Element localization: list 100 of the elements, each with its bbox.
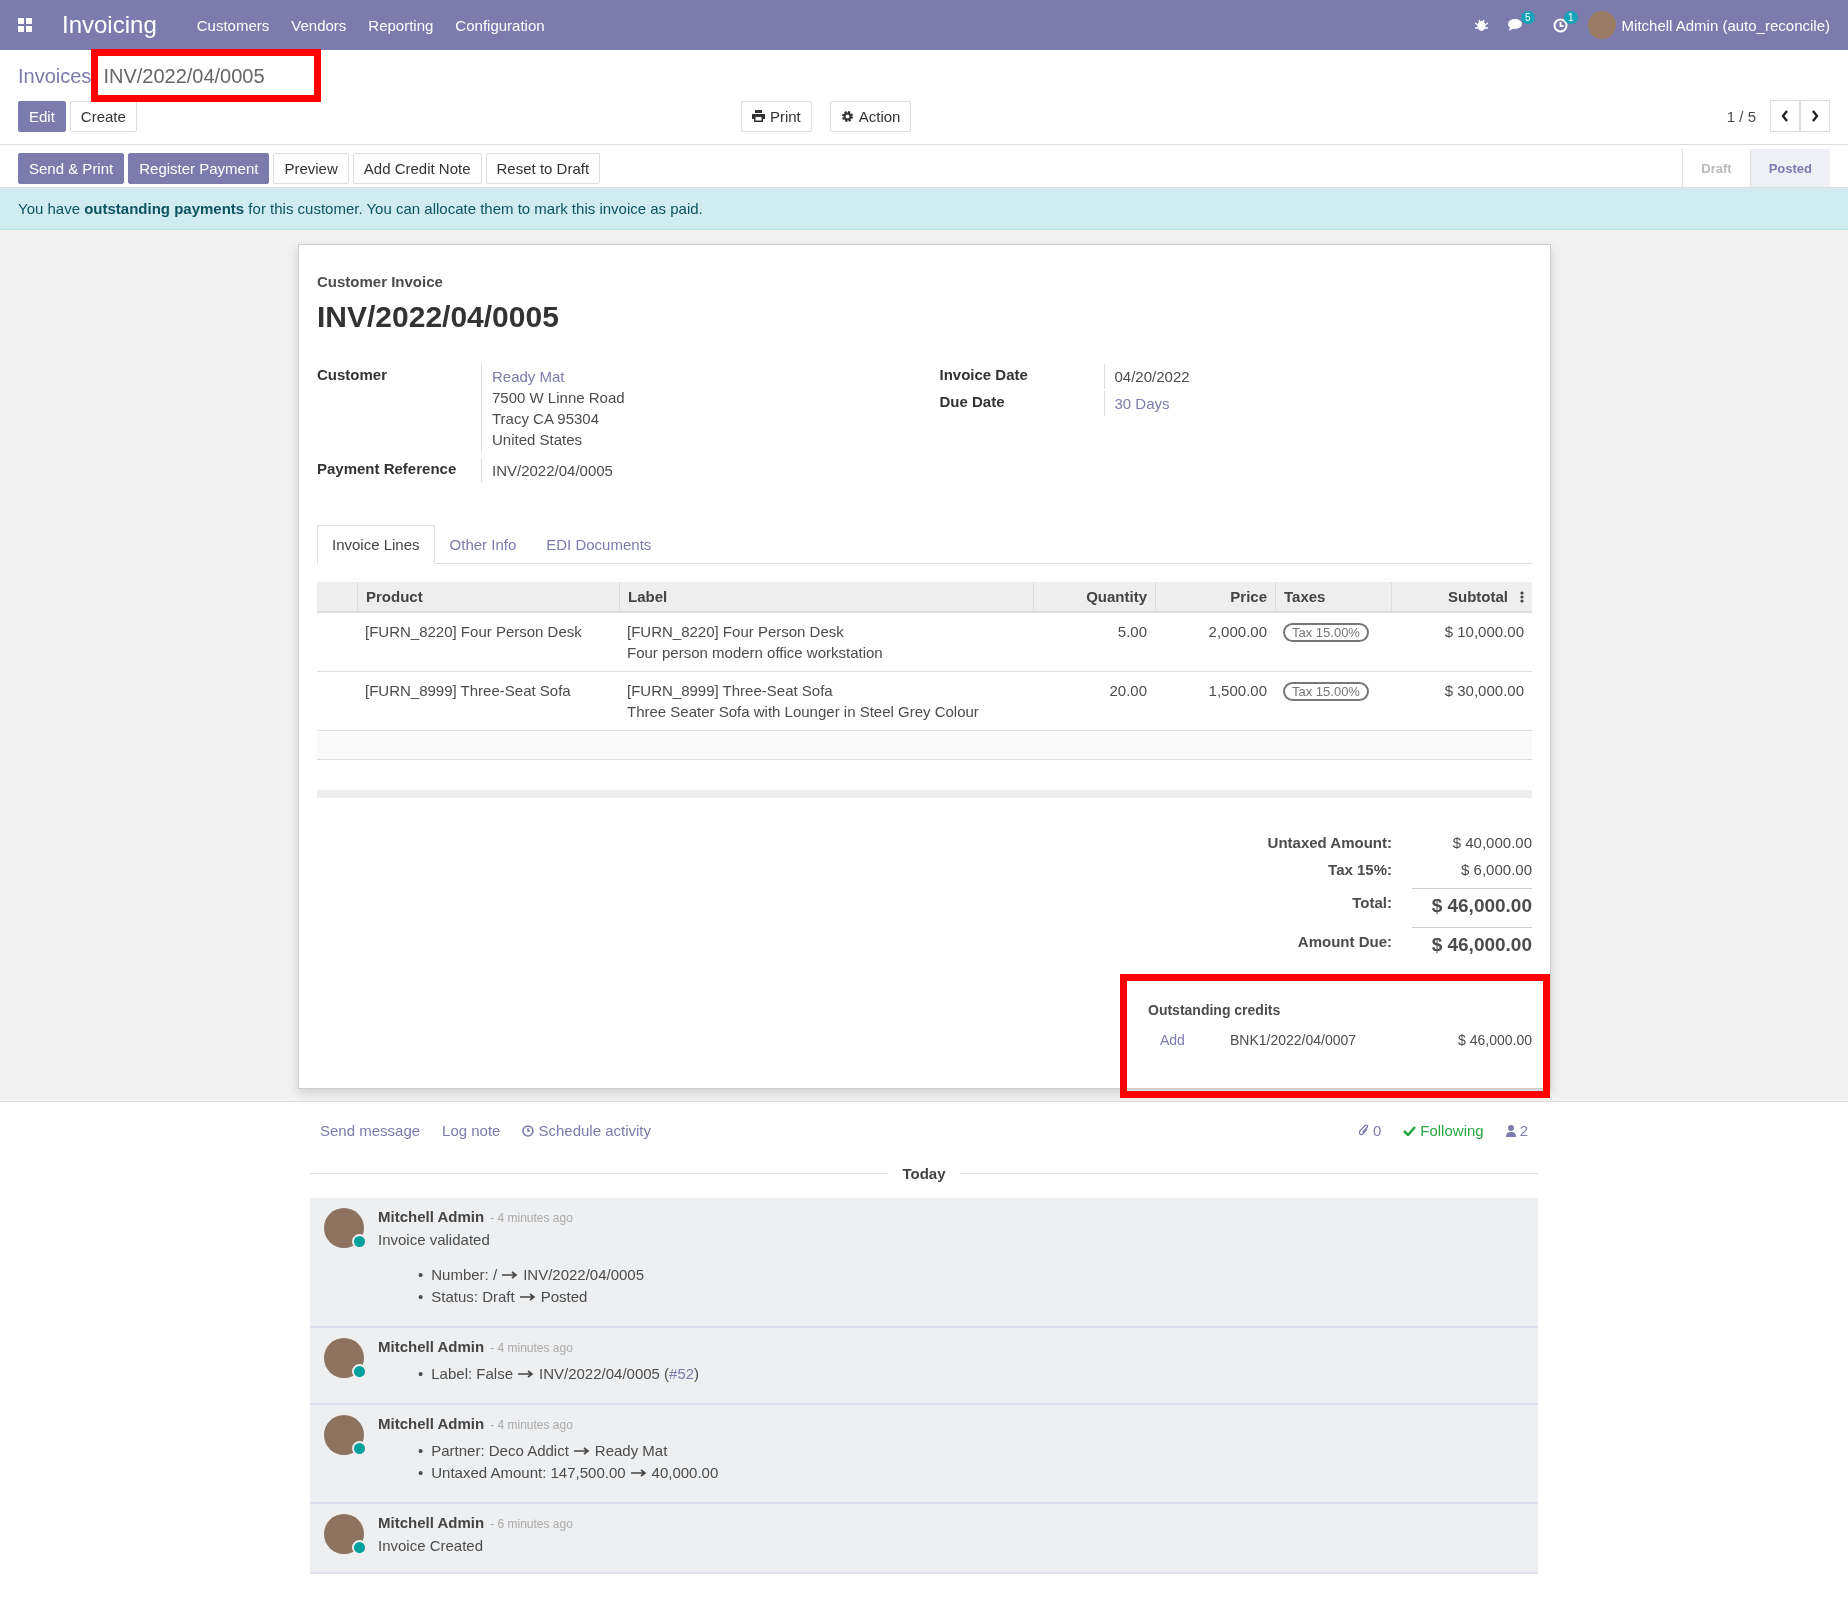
checkmark-icon — [1403, 1125, 1417, 1136]
new-value: INV/2022/04/0005 ( — [539, 1364, 670, 1384]
column-header[interactable]: Subtotal — [1391, 582, 1532, 613]
apps-menu-icon[interactable] — [18, 18, 32, 32]
field-value: 04/20/2022 — [1114, 368, 1190, 385]
chat-icon[interactable] — [1507, 18, 1525, 32]
print-button[interactable]: Print — [740, 100, 812, 132]
tab[interactable]: Invoice Lines — [317, 525, 435, 564]
address-line: Tracy CA 95304 — [492, 409, 600, 429]
message-time: - 4 minutes ago — [490, 1418, 573, 1432]
following-button[interactable]: Following — [1403, 1122, 1484, 1139]
tab[interactable]: Other Info — [434, 525, 532, 564]
menu-item[interactable]: Reporting — [368, 16, 434, 34]
field-link[interactable]: 30 Days — [1114, 395, 1170, 412]
pager-text: 1 / 5 — [1726, 107, 1756, 125]
chevron-right-icon — [1811, 110, 1819, 122]
date-separator: Today — [902, 1165, 946, 1182]
table-cell: 5.00 — [1033, 613, 1155, 672]
old-value: Label: False — [431, 1364, 513, 1384]
field-value: INV/2022/04/0005 — [492, 462, 613, 479]
message-time: - 4 minutes ago — [490, 1211, 573, 1225]
column-header[interactable]: Taxes — [1275, 582, 1391, 613]
previous-button[interactable] — [1770, 100, 1800, 132]
column-header[interactable]: Quantity — [1033, 582, 1155, 613]
total-label: Amount Due: — [1297, 933, 1392, 950]
old-value: Untaxed Amount: 147,500.00 — [431, 1463, 626, 1483]
message-body: Invoice validated — [378, 1231, 491, 1248]
arrow-icon — [502, 1271, 519, 1279]
message-author[interactable]: Mitchell Admin — [378, 1514, 485, 1531]
breadcrumb-current: INV/2022/04/0005 — [103, 64, 265, 87]
arrow-icon — [519, 1293, 536, 1301]
message-author[interactable]: Mitchell Admin — [378, 1415, 485, 1432]
action-button[interactable]: Preview — [273, 152, 349, 184]
arrow-icon — [630, 1469, 647, 1477]
total-value: $ 6,000.00 — [1461, 861, 1532, 878]
total-label: Total: — [1352, 894, 1392, 911]
kebab-menu-icon[interactable] — [1520, 590, 1524, 603]
bullet: • — [418, 1463, 424, 1483]
breadcrumb-link[interactable]: Invoices — [18, 64, 92, 88]
action-button[interactable]: Register Payment — [128, 152, 270, 184]
column-header[interactable]: Price — [1155, 582, 1275, 613]
total-value: $ 40,000.00 — [1452, 834, 1532, 851]
total-value: $ 46,000.00 — [1431, 934, 1532, 955]
chatter-action[interactable]: Send message — [320, 1122, 421, 1139]
tax-tag: Tax 15.00% — [1283, 623, 1369, 642]
total-label: Tax 15%: — [1328, 861, 1392, 878]
clock-icon[interactable] — [1552, 17, 1568, 33]
record-link[interactable]: #52 — [669, 1363, 695, 1385]
old-value: Status: Draft — [431, 1287, 515, 1307]
tax-tag: Tax 15.00% — [1283, 682, 1369, 701]
address-line: United States — [492, 430, 584, 450]
user-name[interactable]: Mitchell Admin (auto_reconcile) — [1621, 16, 1830, 34]
column-header[interactable]: Label — [619, 582, 1033, 613]
new-value-suffix: ) — [694, 1364, 700, 1384]
gear-icon — [840, 109, 854, 123]
action-button[interactable]: Send & Print — [18, 152, 125, 184]
invoice-number: INV/2022/04/0005 — [317, 300, 560, 334]
attachments-button[interactable]: 0 — [1358, 1122, 1382, 1139]
bullet: • — [418, 1441, 424, 1461]
next-button[interactable] — [1800, 100, 1830, 132]
status-step[interactable]: Posted — [1749, 149, 1830, 187]
message-count: 5 — [1521, 11, 1535, 24]
menu-item[interactable]: Customers — [196, 16, 270, 34]
action-button[interactable]: Action — [829, 100, 912, 132]
bug-icon[interactable] — [1474, 18, 1488, 32]
tab[interactable]: EDI Documents — [531, 525, 667, 564]
total-label: Untaxed Amount: — [1267, 834, 1392, 851]
column-header[interactable]: Product — [357, 582, 619, 613]
app-name[interactable]: Invoicing — [62, 11, 157, 39]
new-value: Posted — [540, 1287, 588, 1307]
new-value: Ready Mat — [594, 1441, 668, 1461]
edit-button[interactable]: Edit — [18, 100, 66, 132]
add-link[interactable]: Add — [1160, 1032, 1230, 1048]
chevron-left-icon — [1781, 110, 1789, 122]
credit-amount: $ 46,000.00 — [1458, 1032, 1532, 1048]
new-value: 40,000.00 — [651, 1463, 719, 1483]
customer-link[interactable]: Ready Mat — [492, 366, 900, 387]
menu-item[interactable]: Vendors — [291, 16, 347, 34]
credit-reference: BNK1/2022/04/0007 — [1230, 1032, 1358, 1048]
action-button[interactable]: Add Credit Note — [352, 152, 482, 184]
chatter-action[interactable]: Log note — [442, 1122, 501, 1139]
followers-button[interactable]: 2 — [1505, 1122, 1528, 1139]
action-button[interactable]: Reset to Draft — [485, 152, 601, 184]
section-title: Outstanding credits — [1148, 1002, 1282, 1018]
clock-icon — [522, 1124, 535, 1137]
message-time: - 6 minutes ago — [490, 1517, 573, 1531]
arrow-icon — [518, 1370, 534, 1378]
bullet: • — [418, 1287, 424, 1307]
address-line: 7500 W Linne Road — [492, 388, 626, 408]
total-value: $ 46,000.00 — [1431, 895, 1532, 916]
chatter-action[interactable]: Schedule activity — [522, 1122, 652, 1139]
arrow-icon — [573, 1447, 590, 1455]
create-button[interactable]: Create — [69, 100, 137, 132]
message-author[interactable]: Mitchell Admin — [378, 1208, 485, 1225]
new-value: INV/2022/04/0005 — [523, 1265, 645, 1285]
paperclip-icon — [1358, 1124, 1369, 1137]
message-author[interactable]: Mitchell Admin — [378, 1338, 485, 1355]
menu-item[interactable]: Configuration — [455, 16, 545, 34]
document-type: Customer Invoice — [317, 273, 444, 290]
field-label: Invoice Date — [939, 365, 1029, 385]
